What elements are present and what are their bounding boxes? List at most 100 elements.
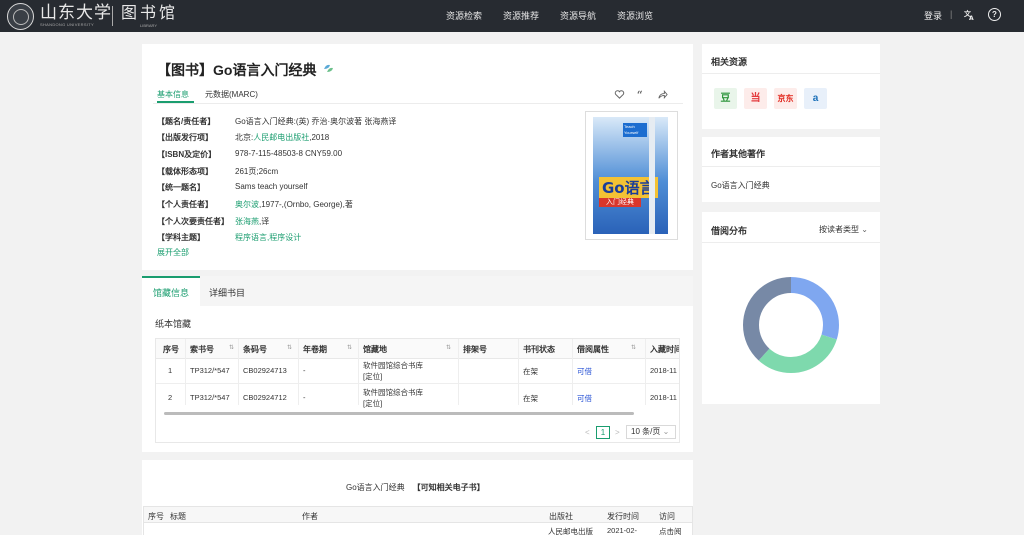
heart-icon[interactable] xyxy=(614,89,625,100)
pager-page-1[interactable]: 1 xyxy=(596,426,610,439)
header-separator: | xyxy=(950,9,953,19)
share-icon[interactable] xyxy=(657,89,668,100)
borrow-donut-chart xyxy=(743,277,839,373)
page-size-select[interactable]: 10 条/页 ⌄ xyxy=(626,425,676,439)
amazon-icon[interactable]: a xyxy=(804,88,827,109)
row-1-date: 2018-11 xyxy=(650,366,677,375)
tab-holdings[interactable]: 馆藏信息 xyxy=(153,286,189,299)
nav-resource-search[interactable]: 资源检索 xyxy=(446,9,482,22)
douban-icon[interactable]: 豆 xyxy=(714,88,737,109)
tab-marc[interactable]: 元数据(MARC) xyxy=(205,89,258,100)
subject-link-2[interactable]: 程序设计 xyxy=(269,233,301,242)
svg-text:A: A xyxy=(969,15,974,20)
field-label-isbn: 【ISBN及定价】 xyxy=(157,150,217,159)
cover-teach-badge: Teach Yourself xyxy=(623,123,647,137)
field-label-subject: 【学科主题】 xyxy=(157,233,205,242)
logo-divider xyxy=(112,6,113,26)
sort-icon[interactable]: ⇅ xyxy=(229,344,234,351)
publisher-place: 北京: xyxy=(235,133,254,142)
translator-link[interactable]: 张海燕 xyxy=(235,217,259,226)
row-1-locate-link[interactable]: [定位] xyxy=(363,371,382,382)
col-call-number[interactable]: 索书号 xyxy=(190,344,214,355)
ecol-title: 标题 xyxy=(170,512,186,521)
col-borrow[interactable]: 借阅属性 xyxy=(577,344,609,355)
nav-resource-browse[interactable]: 资源浏览 xyxy=(617,9,653,22)
field-value-publisher: 北京:人民邮电出版社,2018 xyxy=(235,132,329,143)
translate-icon[interactable]: 文A xyxy=(964,9,975,22)
subject-link-1[interactable]: 程序语言 xyxy=(235,233,267,242)
nav-resource-navigation[interactable]: 资源导航 xyxy=(560,9,596,22)
author-link[interactable]: 奥尔波 xyxy=(235,200,259,209)
row-divider xyxy=(156,383,679,384)
row-1-status: 在架 xyxy=(523,367,538,376)
page-size-value: 10 条/页 xyxy=(631,427,661,436)
ecol-author: 作者 xyxy=(302,512,318,521)
holdings-table: 序号 索书号 ⇅ 条码号 ⇅ 年卷期 ⇅ 馆藏地 ⇅ 排架号 书刊状态 借阅属性… xyxy=(155,338,680,443)
cover-spine xyxy=(649,117,655,234)
row-2-date: 2018-11 xyxy=(650,393,677,402)
sort-icon[interactable]: ⇅ xyxy=(631,344,636,351)
row-2-no: 2 xyxy=(168,393,173,402)
col-divider xyxy=(358,339,359,405)
sort-icon[interactable]: ⇅ xyxy=(287,344,292,351)
col-volume[interactable]: 年卷期 xyxy=(303,344,327,355)
col-no: 序号 xyxy=(163,345,179,354)
row-2-locate-link[interactable]: [定位] xyxy=(363,398,382,409)
ebook-row: 人民邮电出版 2021-02- 点击阅 xyxy=(143,523,693,535)
borrow-distribution-title: 借阅分布 xyxy=(711,226,748,236)
tab-detailed-catalog[interactable]: 详细书目 xyxy=(209,286,245,299)
login-link[interactable]: 登录 xyxy=(924,9,942,22)
field-value-subject: 程序语言,程序设计 xyxy=(235,232,301,243)
sidebar-divider xyxy=(702,166,880,167)
row-1-location: 软件园馆综合书库 xyxy=(363,361,423,370)
col-barcode[interactable]: 条码号 xyxy=(243,344,267,355)
university-seal-icon[interactable] xyxy=(7,3,34,30)
pager-prev-button[interactable]: < xyxy=(585,428,590,437)
row-2-status: 在架 xyxy=(523,394,538,403)
col-shelf: 排架号 xyxy=(463,345,487,354)
nav-resource-recommend[interactable]: 资源推荐 xyxy=(503,9,539,22)
pager-next-button[interactable]: > xyxy=(615,428,620,437)
author-detail: ,1977-,(Ornbo, George),著 xyxy=(259,200,353,209)
row-1-barcode: CB02924713 xyxy=(243,366,287,375)
field-label-translator: 【个人次要责任者】 xyxy=(157,217,229,226)
field-label-publisher: 【出版发行项】 xyxy=(157,133,213,142)
university-logo-subtext: SHANDONG UNIVERSITY xyxy=(40,22,94,27)
jd-icon[interactable]: 京东 xyxy=(774,88,797,109)
field-label-author: 【个人责任者】 xyxy=(157,200,213,209)
expand-all-link[interactable]: 展开全部 xyxy=(157,247,189,258)
row-2-borrow: 可借 xyxy=(577,394,592,403)
ecol-date: 发行时间 xyxy=(607,512,639,521)
field-value-uniform-title: Sams teach yourself xyxy=(235,182,308,191)
row-1-volume: - xyxy=(303,366,306,375)
dangdang-icon[interactable]: 当 xyxy=(744,88,767,109)
cover-art: Teach Yourself Go语言 入门经典 xyxy=(593,117,668,234)
reader-type-dropdown[interactable]: 按读者类型 ⌄ xyxy=(819,224,868,235)
sort-icon[interactable]: ⇅ xyxy=(347,344,352,351)
publisher-link[interactable]: 人民邮电出版社 xyxy=(253,133,309,142)
ebook-row-visit-link[interactable]: 点击阅 xyxy=(659,526,682,535)
book-cover[interactable]: Teach Yourself Go语言 入门经典 xyxy=(585,111,678,240)
col-location[interactable]: 馆藏地 xyxy=(363,344,387,355)
col-divider xyxy=(298,339,299,405)
row-2-location: 软件园馆综合书库 xyxy=(363,388,423,397)
top-bar: 山东大学 SHANDONG UNIVERSITY 图书馆 LIBRARY 资源检… xyxy=(0,0,1024,32)
quote-icon[interactable]: “ xyxy=(636,89,647,100)
tab-basic-info[interactable]: 基本信息 xyxy=(157,89,189,100)
col-date: 入藏时间 xyxy=(650,345,680,354)
field-label-title: 【题名/责任者】 xyxy=(157,117,216,126)
library-logo-text[interactable]: 图书馆 xyxy=(121,4,178,22)
publish-year: ,2018 xyxy=(309,133,330,142)
other-work-item[interactable]: Go语言入门经典 xyxy=(711,180,770,191)
ecol-visit: 访问 xyxy=(659,512,675,521)
field-value-physical: 261页;26cm xyxy=(235,167,279,176)
sidebar-divider xyxy=(702,242,880,243)
chevron-down-icon: ⌄ xyxy=(662,427,670,436)
translator-role: ,译 xyxy=(259,217,270,226)
table-horizontal-scrollbar[interactable] xyxy=(164,412,634,415)
reader-type-value: 按读者类型 xyxy=(819,225,859,234)
help-icon[interactable]: ? xyxy=(988,8,1001,21)
col-divider xyxy=(458,339,459,405)
university-logo-text[interactable]: 山东大学 xyxy=(40,4,112,22)
sort-icon[interactable]: ⇅ xyxy=(446,344,451,351)
